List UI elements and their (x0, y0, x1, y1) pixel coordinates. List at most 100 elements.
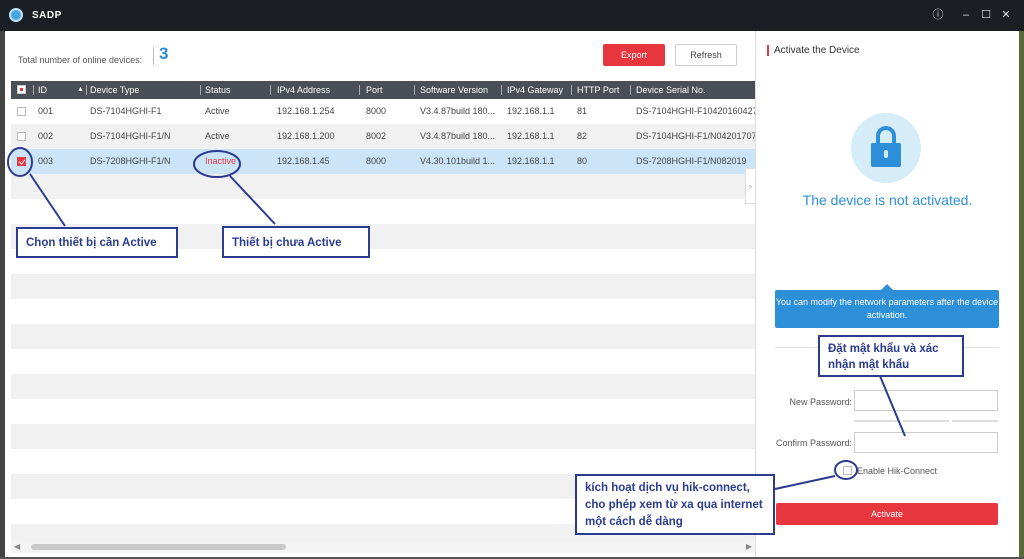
row-checkbox[interactable] (17, 132, 26, 141)
column-header-status[interactable]: Status (205, 81, 231, 99)
lock-icon (851, 113, 921, 183)
cell-gateway: 192.168.1.1 (507, 131, 555, 141)
column-header-software-version[interactable]: Software Version (420, 81, 488, 99)
column-separator (501, 85, 502, 95)
column-separator (86, 85, 87, 95)
column-separator (414, 85, 415, 95)
cell-ipv4: 192.168.1.45 (277, 156, 330, 166)
column-header-ipv4-address[interactable]: IPv4 Address (277, 81, 330, 99)
column-separator (270, 85, 271, 95)
cell-status: Active (205, 131, 230, 141)
column-separator (571, 85, 572, 95)
info-tooltip: You can modify the network parameters af… (775, 284, 999, 328)
confirm-password-label: Confirm Password: (775, 438, 852, 448)
cell-http-port: 80 (577, 156, 588, 166)
cell-serial: DS-7104HGHI-F10420160427 (636, 106, 755, 116)
cell-status: Active (205, 106, 230, 116)
table-row-selected[interactable]: 003 DS-7208HGHI-F1/N Inactive 192.168.1.… (11, 149, 755, 174)
title-bar: SADP ⓘ – ☐ ✕ (0, 0, 1024, 31)
column-separator (200, 85, 201, 95)
strength-segment (952, 420, 998, 422)
column-header-http-port[interactable]: HTTP Port (577, 81, 619, 99)
column-header-id[interactable]: ID (38, 81, 47, 99)
column-header-ipv4-gateway[interactable]: IPv4 Gateway (507, 81, 563, 99)
cell-id: 001 (38, 106, 54, 116)
info-icon[interactable]: ⓘ (930, 7, 946, 23)
sort-ascending-icon[interactable]: ▲ (77, 81, 84, 99)
cell-id: 002 (38, 131, 54, 141)
scroll-right-icon[interactable]: ▶ (746, 541, 752, 553)
new-password-field[interactable] (854, 390, 998, 411)
cell-version: V3.4.87build 180... (420, 106, 496, 116)
cell-http-port: 82 (577, 131, 588, 141)
cell-status-inactive: Inactive (205, 156, 237, 166)
scroll-left-icon[interactable]: ◀ (14, 541, 20, 553)
hik-connect-label[interactable]: Enable Hik-Connect (857, 466, 937, 476)
cell-ipv4: 192.168.1.200 (277, 131, 335, 141)
divider (153, 47, 154, 65)
empty-row (11, 174, 755, 199)
strength-segment (854, 420, 900, 422)
new-password-label: New Password: (789, 397, 852, 407)
maximize-icon[interactable]: ☐ (978, 7, 994, 23)
total-devices-label: Total number of online devices: (18, 55, 143, 65)
cell-version: V4.30.101build 1... (420, 156, 496, 166)
panel-title: Activate the Device (774, 45, 860, 56)
collapse-panel-icon[interactable]: › (745, 168, 756, 204)
table-row[interactable]: 001 DS-7104HGHI-F1 Active 192.168.1.254 … (11, 99, 755, 124)
cell-port: 8002 (366, 131, 387, 141)
cell-port: 8000 (366, 106, 387, 116)
cell-serial: DS-7104HGHI-F1/N04201707 (636, 131, 755, 141)
password-strength-meter (854, 420, 998, 422)
minimize-icon[interactable]: – (958, 7, 974, 23)
callout-password: Đặt mật khẩu và xác nhận mật khẩu (818, 335, 964, 377)
cell-version: V3.4.87build 180... (420, 131, 496, 141)
horizontal-scrollbar[interactable]: ◀ ▶ (11, 541, 755, 553)
empty-row (11, 424, 755, 449)
strength-segment (903, 420, 949, 422)
activate-button[interactable]: Activate (776, 503, 998, 525)
cell-http-port: 81 (577, 106, 588, 116)
row-checkbox-checked[interactable] (17, 157, 26, 166)
confirm-password-field[interactable] (854, 432, 998, 453)
cell-device-type: DS-7104HGHI-F1 (90, 106, 162, 116)
cell-ipv4: 192.168.1.254 (277, 106, 335, 116)
empty-row (11, 274, 755, 299)
cell-id: 003 (38, 156, 54, 166)
cell-port: 8000 (366, 156, 387, 166)
sadp-logo-icon (9, 8, 23, 22)
table-header: ID ▲ Device Type Status IPv4 Address Por… (11, 81, 755, 99)
lock-keyhole (884, 150, 888, 158)
app-title: SADP (32, 10, 62, 21)
close-icon[interactable]: ✕ (998, 7, 1014, 23)
select-all-checkbox[interactable] (17, 85, 26, 94)
hik-connect-checkbox[interactable] (843, 466, 852, 475)
callout-not-active: Thiết bị chưa Active (222, 226, 370, 258)
column-header-port[interactable]: Port (366, 81, 383, 99)
empty-row (11, 324, 755, 349)
cell-serial: DS-7208HGHI-F1/N082019 (636, 156, 747, 166)
row-checkbox[interactable] (17, 107, 26, 116)
column-separator (359, 85, 360, 95)
column-separator (630, 85, 631, 95)
callout-select-device: Chọn thiết bị cần Active (16, 227, 178, 258)
scrollbar-thumb[interactable] (31, 544, 286, 550)
callout-hik-connect: kích hoạt dịch vụ hik-connect, cho phép … (575, 474, 775, 535)
title-accent-bar (767, 45, 769, 56)
background-edge (1019, 31, 1024, 559)
sadp-window: Total number of online devices: 3 Export… (5, 31, 1019, 557)
refresh-button[interactable]: Refresh (675, 44, 737, 66)
table-row[interactable]: 002 DS-7104HGHI-F1/N Active 192.168.1.20… (11, 124, 755, 149)
column-separator (33, 85, 34, 95)
column-header-device-type[interactable]: Device Type (90, 81, 139, 99)
cell-gateway: 192.168.1.1 (507, 106, 555, 116)
column-header-serial[interactable]: Device Serial No. (636, 81, 706, 99)
export-button[interactable]: Export (603, 44, 665, 66)
activate-panel: Activate the Device The device is not ac… (756, 31, 1019, 557)
cell-device-type: DS-7104HGHI-F1/N (90, 131, 171, 141)
total-devices-count: 3 (159, 44, 169, 63)
not-activated-message: The device is not activated. (802, 192, 973, 208)
empty-row (11, 374, 755, 399)
cell-device-type: DS-7208HGHI-F1/N (90, 156, 171, 166)
cell-gateway: 192.168.1.1 (507, 156, 555, 166)
